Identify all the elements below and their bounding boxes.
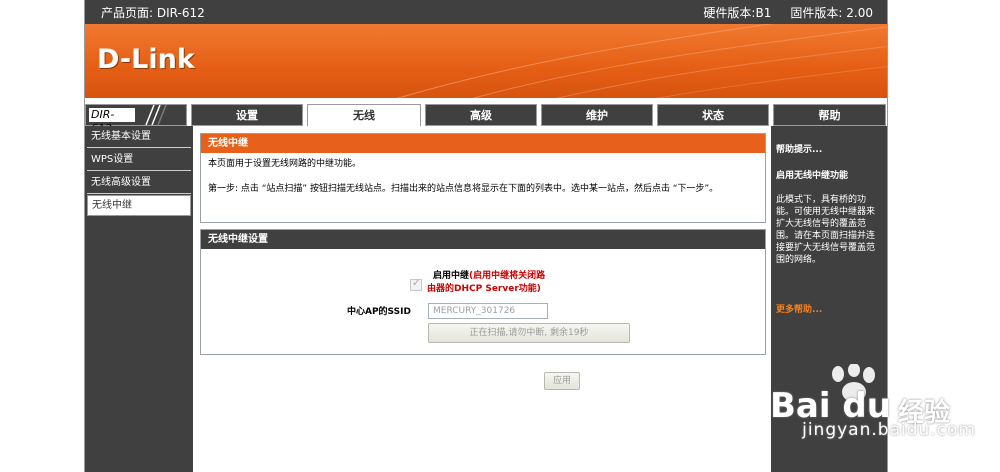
sidebar: 无线基本设置 WPS设置 无线高级设置 无线中继 [85,126,193,472]
brand-banner: D-Link [85,24,887,98]
baidu-watermark-url: jingyan.baidu.com [802,420,976,440]
enable-repeater-row: 启用中继(启用中继将关闭路 [433,268,545,281]
repeater-intro-box: 无线中继 本页面用于设置无线网路的中继功能。 第一步: 点击 “站点扫描” 按钮… [200,133,766,223]
sidebar-item-wps[interactable]: WPS设置 [87,150,191,171]
enable-repeater-label: 启用中继 [433,271,470,281]
tab-maintenance[interactable]: 维护 [541,104,653,126]
hardware-version: 硬件版本:B1 [703,6,772,20]
apply-button[interactable]: 应用 [544,372,580,390]
intro-description: 本页面用于设置无线网路的中继功能。 [208,159,362,169]
enable-repeater-checkbox[interactable] [410,278,422,291]
intro-step-instructions: 第一步: 点击 “站点扫描” 按钮扫描无线站点。扫描出来的站点信息将显示在下面的… [208,184,719,194]
tab-advanced[interactable]: 高级 [425,104,537,126]
help-title: 帮助提示... [776,145,823,155]
help-subtitle: 启用无线中继功能 [776,171,849,181]
tab-setup[interactable]: 设置 [191,104,303,126]
model-indicator: DIR-612 [85,104,187,135]
tab-help[interactable]: 帮助 [773,104,886,126]
router-frame: 产品页面: DIR-612 硬件版本:B1 固件版本: 2.00 D-Link … [84,0,888,472]
model-label: DIR-612 [88,107,136,135]
intro-box-title: 无线中继 [201,134,765,153]
version-info: 硬件版本:B1 固件版本: 2.00 [703,4,873,21]
firmware-version: 固件版本: 2.00 [790,6,873,20]
decorative-stripes-icon [145,105,167,125]
help-body: 此模式下，具有桥的功能。可使用无线中继器来扩大无线信号的覆盖范围。请在本页面扫描… [776,195,876,265]
ssid-label: 中心AP的SSID [347,307,411,317]
dhcp-warning-line2: 由器的DHCP Server功能) [427,284,541,294]
scan-status-button[interactable]: 正在扫描,请勿中断, 剩余19秒 [428,323,630,343]
main-content: 无线中继 本页面用于设置无线网路的中继功能。 第一步: 点击 “站点扫描” 按钮… [193,126,771,472]
ssid-input[interactable]: MERCURY_301726 [428,303,548,319]
tab-status[interactable]: 状态 [657,104,769,126]
sidebar-item-wireless-repeater[interactable]: 无线中继 [87,195,191,216]
sidebar-item-wireless-advanced[interactable]: 无线高级设置 [87,173,191,194]
dlink-logo: D-Link [97,44,195,75]
tab-wireless[interactable]: 无线 [307,104,421,128]
product-page-label: 产品页面: DIR-612 [101,6,205,20]
sidebar-item-wireless-basic[interactable]: 无线基本设置 [87,127,191,148]
dhcp-warning-line1: (启用中继将关闭路 [469,271,546,281]
repeater-settings-box: 无线中继设置 启用中继(启用中继将关闭路 由器的DHCP Server功能) 中… [200,229,766,355]
settings-box-title: 无线中继设置 [201,230,765,249]
top-info-bar: 产品页面: DIR-612 硬件版本:B1 固件版本: 2.00 [85,0,887,24]
banner-swoosh-graphic [396,24,887,98]
more-help-link[interactable]: 更多帮助... [776,302,822,315]
